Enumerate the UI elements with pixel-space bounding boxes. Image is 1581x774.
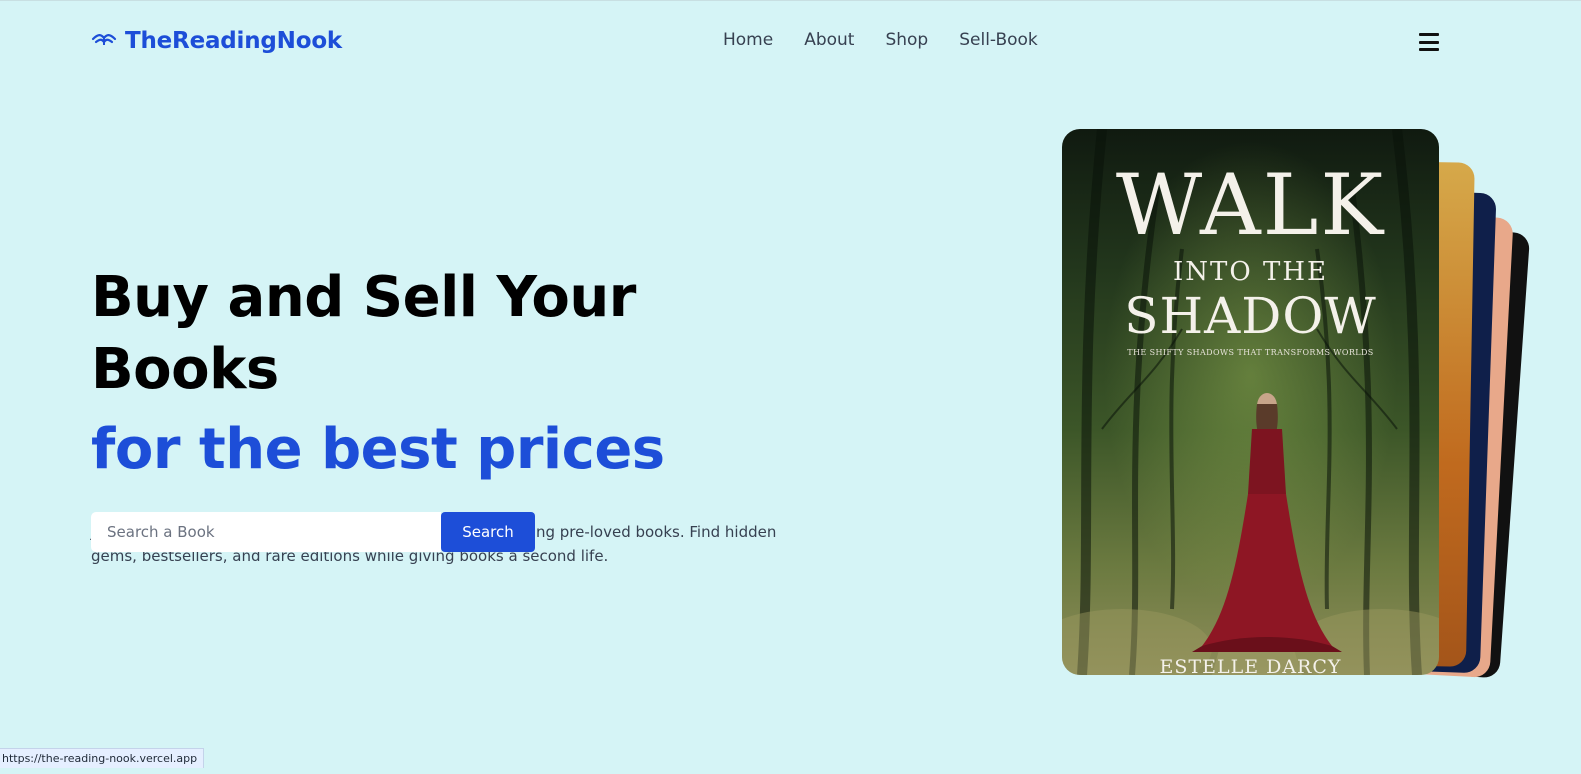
status-bar-url: https://the-reading-nook.vercel.app xyxy=(0,748,205,768)
book-title-line3: SHADOW xyxy=(1124,287,1377,345)
book-search: Search xyxy=(91,512,535,552)
search-button[interactable]: Search xyxy=(441,512,535,552)
nav-link-shop[interactable]: Shop xyxy=(885,30,928,50)
book-tagline: THE SHIFTY SHADOWS THAT TRANSFORMS WORLD… xyxy=(1127,348,1374,357)
main-nav: Home About Shop Sell-Book xyxy=(723,30,1038,50)
nav-link-about[interactable]: About xyxy=(804,30,854,50)
hero-subheadline: for the best prices xyxy=(91,417,665,482)
hero-headline: Buy and Sell Your Books xyxy=(91,265,636,402)
book-title-line2: INTO THE xyxy=(1173,257,1328,287)
book-author: ESTELLE DARCY xyxy=(1159,656,1342,675)
featured-book-cover[interactable]: WALK INTO THE SHADOW THE SHIFTY SHADOWS … xyxy=(1062,129,1439,675)
navbar: TheReadingNook Home About Shop Sell-Book xyxy=(0,0,1581,86)
book-title-line1: WALK xyxy=(1115,156,1386,254)
search-input[interactable] xyxy=(91,512,441,552)
hamburger-menu-icon[interactable] xyxy=(1419,33,1439,51)
brand-name: TheReadingNook xyxy=(125,28,343,54)
brand-logo[interactable]: TheReadingNook xyxy=(91,28,342,54)
book-stack: WALK INTO THE SHADOW THE SHIFTY SHADOWS … xyxy=(1060,128,1531,688)
book-open-icon xyxy=(91,34,117,45)
nav-link-sell-book[interactable]: Sell-Book xyxy=(959,30,1038,50)
nav-link-home[interactable]: Home xyxy=(723,30,773,50)
woman-figure-illustration xyxy=(1192,393,1342,652)
